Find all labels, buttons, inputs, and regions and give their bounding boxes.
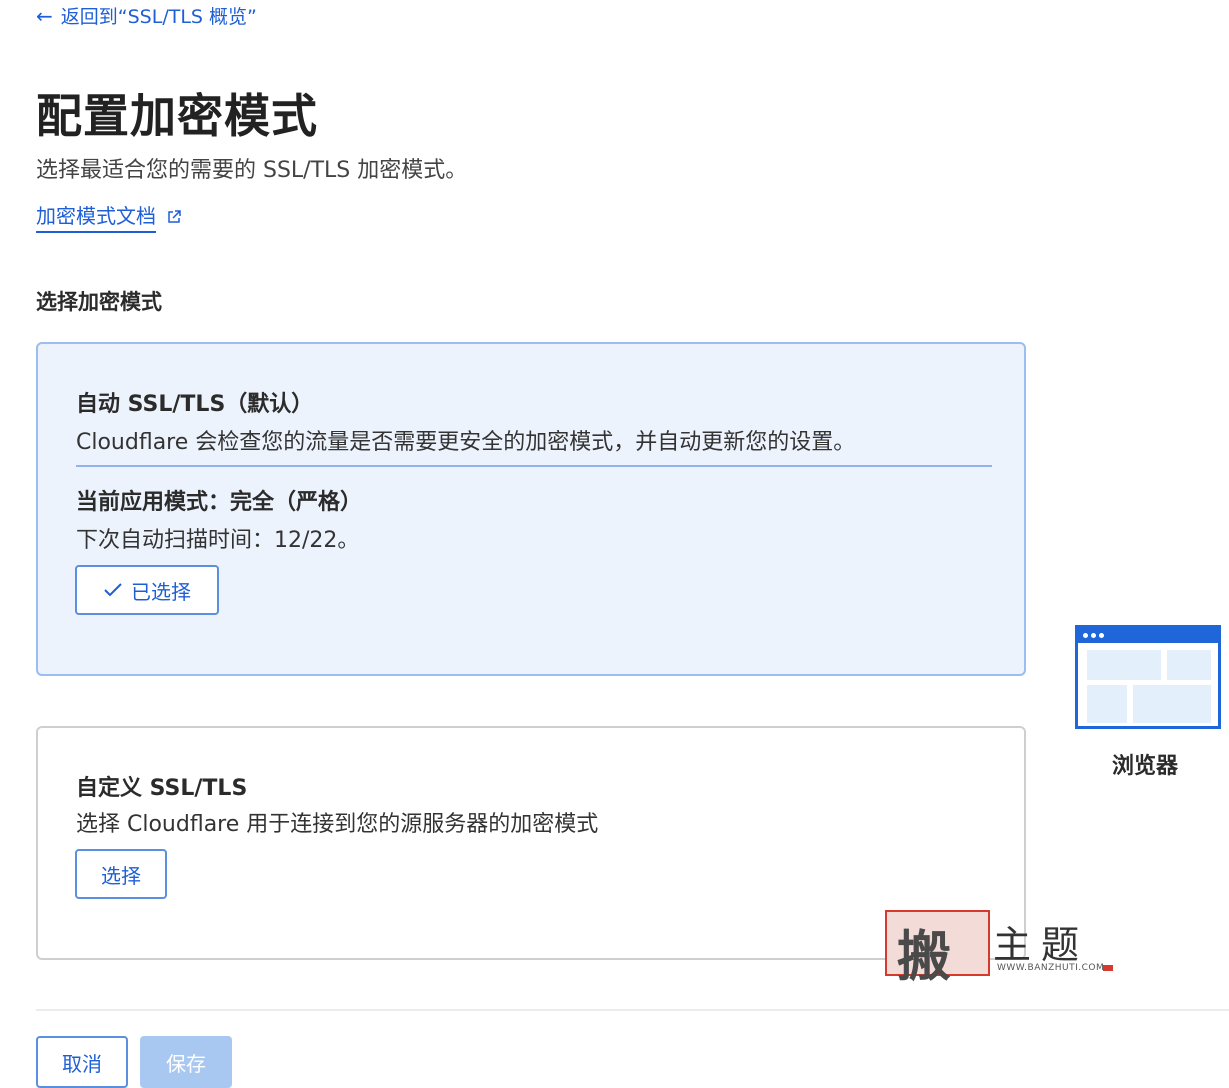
select-button[interactable]: 选择: [75, 849, 167, 899]
browser-titlebar: [1078, 628, 1218, 643]
auto-ssl-description: Cloudflare 会检查您的流量是否需要更安全的加密模式，并自动更新您的设置…: [76, 430, 856, 455]
back-to-overview-link[interactable]: ← 返回到“SSL/TLS 概览”: [36, 2, 257, 29]
window-dot: [1091, 633, 1096, 638]
checkmark-icon: [104, 583, 122, 597]
browser-pane: [1133, 685, 1211, 723]
section-label: 选择加密模式: [36, 290, 162, 314]
watermark-url: WWW.BANZHUTI.COM: [997, 963, 1105, 973]
watermark-logo: 搬 主题 WWW.BANZHUTI.COM: [885, 910, 1125, 988]
browser-illustration-icon: [1075, 625, 1221, 729]
footer-divider: [36, 1009, 1229, 1011]
custom-ssl-description: 选择 Cloudflare 用于连接到您的源服务器的加密模式: [76, 812, 599, 837]
browser-pane: [1087, 685, 1127, 723]
page-subtitle: 选择最适合您的需要的 SSL/TLS 加密模式。: [36, 158, 468, 183]
auto-ssl-title: 自动 SSL/TLS（默认）: [76, 392, 314, 417]
selected-button-label: 已选择: [131, 579, 191, 604]
card-divider: [76, 465, 992, 467]
save-button[interactable]: 保存: [140, 1036, 232, 1088]
selected-button[interactable]: 已选择: [75, 565, 219, 615]
browser-pane: [1087, 650, 1161, 680]
browser-pane: [1167, 650, 1211, 680]
cancel-button-label: 取消: [62, 1051, 102, 1076]
select-button-label: 选择: [101, 863, 141, 888]
window-dot: [1083, 633, 1088, 638]
browser-label: 浏览器: [1112, 754, 1179, 779]
watermark-bar: [1103, 965, 1113, 971]
watermark-seal: 搬: [885, 910, 990, 988]
page-title: 配置加密模式: [36, 89, 318, 143]
current-mode-text: 当前应用模式：完全（严格）: [76, 490, 363, 515]
auto-ssl-card[interactable]: 自动 SSL/TLS（默认） Cloudflare 会检查您的流量是否需要更安全…: [36, 342, 1026, 676]
custom-ssl-title: 自定义 SSL/TLS: [76, 776, 248, 801]
arrow-left-icon: ←: [36, 3, 53, 28]
save-button-label: 保存: [166, 1051, 206, 1076]
next-scan-text: 下次自动扫描时间：12/22。: [76, 528, 360, 553]
watermark-title: 主题: [993, 923, 1090, 967]
back-link-label: 返回到“SSL/TLS 概览”: [60, 6, 257, 28]
watermark-seal-glyph: 搬: [897, 924, 951, 988]
encryption-docs-link[interactable]: 加密模式文档: [36, 200, 182, 233]
window-dot: [1099, 633, 1104, 638]
custom-ssl-card[interactable]: 自定义 SSL/TLS 选择 Cloudflare 用于连接到您的源服务器的加密…: [36, 726, 1026, 960]
docs-link-label: 加密模式文档: [36, 200, 156, 233]
cancel-button[interactable]: 取消: [36, 1036, 128, 1088]
external-link-icon: [168, 209, 181, 223]
